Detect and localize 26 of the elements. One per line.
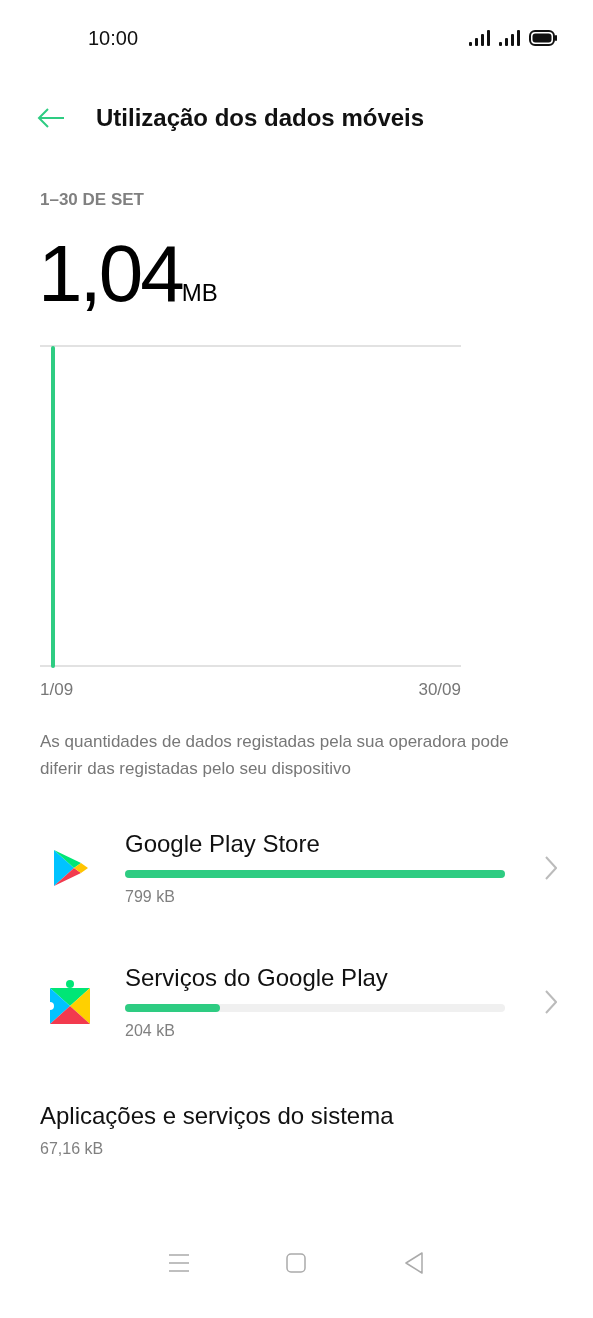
axis-label: 30/09	[418, 680, 461, 700]
page-title: Utilização dos dados móveis	[96, 104, 425, 132]
menu-icon[interactable]	[168, 1254, 189, 1272]
chevron-right-icon	[545, 856, 557, 880]
axis-label: 1/09	[40, 680, 74, 700]
app-name: Serviços do Google Play	[125, 964, 389, 992]
home-icon[interactable]	[286, 1253, 307, 1273]
total-usage: 1,04	[38, 234, 182, 314]
app-usage-row[interactable]: Google Play Store 799 kB	[0, 826, 593, 910]
puzzle-icon	[48, 980, 92, 1024]
app-usage: 204 kB	[125, 1022, 176, 1040]
status-time: 10:00	[88, 26, 139, 50]
app-usage: 799 kB	[125, 888, 176, 906]
back-icon[interactable]	[404, 1252, 425, 1274]
back-arrow-icon[interactable]	[36, 106, 66, 130]
battery-icon	[529, 30, 557, 46]
carrier-note: As quantidades de dados registadas pela sua operadora pode diferir das registadas pelo seu dispositivo	[40, 731, 510, 780]
signal-icon	[469, 30, 491, 46]
signal-icon	[499, 30, 521, 46]
system-apps-label: Aplicações e serviços do sistema	[40, 1102, 395, 1130]
app-name: Google Play Store	[125, 830, 321, 858]
chevron-right-icon	[545, 990, 557, 1014]
system-usage: 67,16 kB	[40, 1140, 105, 1158]
usage-unit: MB	[181, 279, 218, 306]
app-usage-row[interactable]: Serviços do Google Play 204 kB	[0, 960, 593, 1044]
period-label: 1–30 DE SET	[40, 190, 145, 210]
